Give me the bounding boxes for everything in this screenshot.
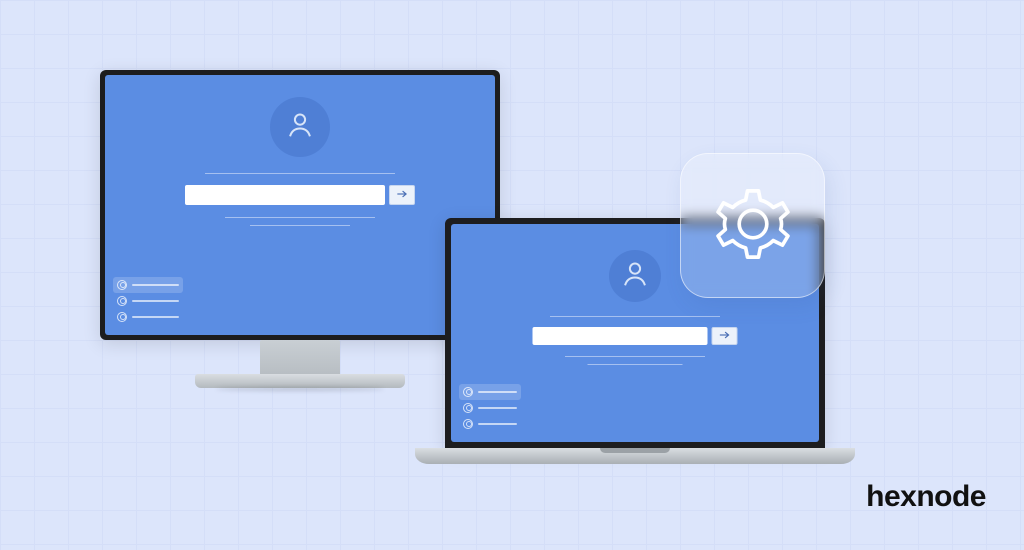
password-input[interactable]	[533, 327, 708, 345]
user-icon	[463, 403, 473, 413]
arrow-right-icon	[395, 186, 409, 205]
password-input[interactable]	[185, 185, 385, 205]
user-icon	[463, 419, 473, 429]
laptop-base	[415, 448, 855, 464]
password-row	[185, 185, 415, 205]
user-switcher-item[interactable]	[459, 416, 521, 432]
separator-line	[588, 364, 683, 365]
user-icon	[283, 108, 317, 146]
user-icon	[117, 312, 127, 322]
monitor-stand-base	[195, 374, 405, 388]
password-row	[533, 327, 738, 345]
user-switcher-item[interactable]	[113, 309, 183, 325]
arrow-right-icon	[718, 327, 732, 346]
user-icon	[117, 280, 127, 290]
gear-icon	[707, 178, 799, 274]
submit-button[interactable]	[389, 185, 415, 205]
settings-tile	[680, 153, 825, 298]
user-avatar	[609, 250, 661, 302]
user-name-placeholder	[478, 391, 517, 393]
user-icon	[117, 296, 127, 306]
user-switcher-item[interactable]	[459, 384, 521, 400]
separator-line	[565, 356, 705, 357]
separator-line	[250, 225, 350, 226]
user-switcher	[113, 277, 183, 325]
user-switcher-item[interactable]	[113, 277, 183, 293]
user-icon	[463, 387, 473, 397]
monitor-stand-neck	[260, 340, 340, 376]
user-switcher-item[interactable]	[459, 400, 521, 416]
separator-line	[550, 316, 720, 317]
submit-button[interactable]	[712, 327, 738, 345]
user-icon	[618, 257, 652, 295]
user-name-placeholder	[132, 284, 179, 286]
user-name-placeholder	[132, 316, 179, 318]
separator-line	[225, 217, 375, 218]
user-name-placeholder	[132, 300, 179, 302]
user-name-placeholder	[478, 407, 517, 409]
user-avatar	[270, 97, 330, 157]
separator-line	[205, 173, 395, 174]
brand-logo: hexnode	[866, 480, 986, 514]
user-switcher-item[interactable]	[113, 293, 183, 309]
user-switcher	[459, 384, 521, 432]
user-name-placeholder	[478, 423, 517, 425]
